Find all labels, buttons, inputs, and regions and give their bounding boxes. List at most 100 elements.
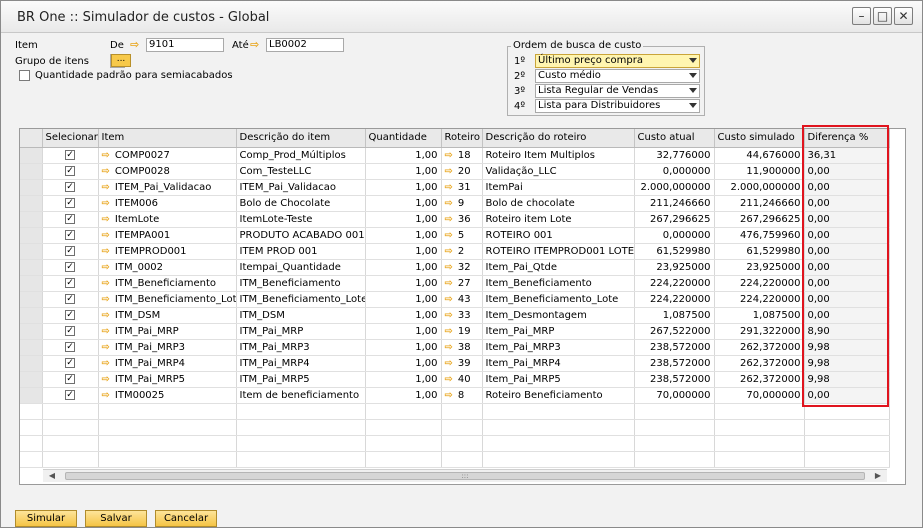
quantity-cell[interactable]: 1,00 — [365, 323, 442, 340]
routing-description-cell[interactable]: Item_Beneficiamento — [482, 275, 635, 292]
column-header[interactable]: Descrição do item — [236, 129, 366, 148]
item-description-cell[interactable]: Comp_Prod_Múltiplos — [236, 147, 366, 164]
link-arrow-icon[interactable]: ⇨ — [445, 278, 453, 289]
routing-cell[interactable]: ⇨ 18 — [441, 147, 483, 164]
link-arrow-icon[interactable]: ⇨ — [445, 374, 453, 385]
empty-row[interactable] — [20, 419, 890, 436]
empty-cell[interactable] — [98, 451, 237, 468]
simulated-cost-cell[interactable]: 291,322000 — [714, 323, 805, 340]
empty-cell[interactable] — [714, 451, 805, 468]
empty-cell[interactable] — [482, 403, 635, 420]
simulated-cost-cell[interactable]: 211,246660 — [714, 195, 805, 212]
table-row[interactable]: ✓ ⇨ ITM_Pai_MRP3 ITM_Pai_MRP3 1,00 ⇨ 38 Item_Pa… — [20, 339, 890, 356]
select-cell[interactable]: ✓ — [42, 387, 99, 404]
routing-description-cell[interactable]: ROTEIRO ITEMPROD001 LOTE — [482, 243, 635, 260]
link-arrow-icon[interactable]: ⇨ — [445, 358, 453, 369]
empty-cell[interactable] — [42, 435, 99, 452]
item-cell[interactable]: ⇨ ITM_Pai_MRP3 — [98, 339, 237, 356]
close-icon[interactable]: ✕ — [894, 7, 913, 25]
select-checkbox[interactable]: ✓ — [65, 277, 75, 288]
row-header[interactable] — [20, 339, 43, 356]
column-header[interactable]: Custo atual — [634, 129, 715, 148]
scroll-thumb[interactable]: ::: — [65, 472, 865, 480]
simulated-cost-cell[interactable]: 23,925000 — [714, 259, 805, 276]
row-header[interactable] — [20, 211, 43, 228]
row-header[interactable] — [20, 371, 43, 388]
ordem-select-1[interactable]: Último preço compra — [535, 54, 700, 68]
row-header[interactable] — [20, 163, 43, 180]
routing-description-cell[interactable]: Roteiro Item Multiplos — [482, 147, 635, 164]
empty-cell[interactable] — [441, 419, 483, 436]
empty-cell[interactable] — [236, 419, 366, 436]
empty-cell[interactable] — [714, 419, 805, 436]
quantity-cell[interactable]: 1,00 — [365, 291, 442, 308]
routing-cell[interactable]: ⇨ 8 — [441, 387, 483, 404]
select-checkbox[interactable]: ✓ — [65, 229, 75, 240]
link-arrow-icon[interactable]: ⇨ — [102, 342, 110, 353]
quantity-cell[interactable]: 1,00 — [365, 243, 442, 260]
select-checkbox[interactable]: ✓ — [65, 309, 75, 320]
routing-description-cell[interactable]: Item_Beneficiamento_Lote — [482, 291, 635, 308]
item-cell[interactable]: ⇨ ITEM_Pai_Validacao — [98, 179, 237, 196]
item-cell[interactable]: ⇨ ITEMPA001 — [98, 227, 237, 244]
link-arrow-icon[interactable]: ⇨ — [102, 182, 110, 193]
current-cost-cell[interactable]: 0,000000 — [634, 227, 715, 244]
simulated-cost-cell[interactable]: 224,220000 — [714, 291, 805, 308]
item-cell[interactable]: ⇨ COMP0028 — [98, 163, 237, 180]
row-header[interactable] — [20, 419, 43, 436]
item-cell[interactable]: ⇨ ITM_Pai_MRP4 — [98, 355, 237, 372]
table-row[interactable]: ✓ ⇨ ITM_Pai_MRP ITM_Pai_MRP 1,00 ⇨ 19 Item_Pai_… — [20, 323, 890, 340]
link-arrow-icon[interactable]: ⇨ — [102, 326, 110, 337]
chevron-down-icon[interactable] — [689, 58, 697, 63]
row-header[interactable] — [20, 323, 43, 340]
column-header[interactable]: Item — [98, 129, 237, 148]
current-cost-cell[interactable]: 2.000,000000 — [634, 179, 715, 196]
item-description-cell[interactable]: PRODUTO ACABADO 001 — [236, 227, 366, 244]
table-row[interactable]: ✓ ⇨ ITM_Beneficiamento_Lote ITM_Beneficiame… — [20, 291, 890, 308]
routing-description-cell[interactable]: Item_Pai_MRP — [482, 323, 635, 340]
simular-button[interactable]: Simular — [15, 510, 77, 527]
empty-row[interactable] — [20, 451, 890, 468]
empty-cell[interactable] — [714, 403, 805, 420]
scroll-right-icon[interactable]: ▶ — [873, 471, 883, 481]
select-checkbox[interactable]: ✓ — [65, 389, 75, 400]
item-to-field[interactable]: LB0002 — [266, 38, 344, 52]
row-header[interactable] — [20, 403, 43, 420]
link-arrow-icon[interactable]: ⇨ — [445, 166, 453, 177]
current-cost-cell[interactable]: 238,572000 — [634, 339, 715, 356]
link-arrow-icon[interactable]: ⇨ — [445, 262, 453, 273]
simulated-cost-cell[interactable]: 44,676000 — [714, 147, 805, 164]
item-cell[interactable]: ⇨ ITEMPROD001 — [98, 243, 237, 260]
empty-cell[interactable] — [441, 435, 483, 452]
link-arrow-icon[interactable]: ⇨ — [445, 246, 453, 257]
quantity-cell[interactable]: 1,00 — [365, 259, 442, 276]
link-arrow-icon[interactable]: ⇨ — [445, 390, 453, 401]
quantity-cell[interactable]: 1,00 — [365, 211, 442, 228]
chevron-down-icon[interactable] — [689, 73, 697, 78]
simulated-cost-cell[interactable]: 262,372000 — [714, 371, 805, 388]
quantity-cell[interactable]: 1,00 — [365, 355, 442, 372]
link-arrow-icon[interactable]: ⇨ — [102, 374, 110, 385]
select-checkbox[interactable]: ✓ — [65, 261, 75, 272]
current-cost-cell[interactable]: 238,572000 — [634, 371, 715, 388]
row-header[interactable] — [20, 355, 43, 372]
select-checkbox[interactable]: ✓ — [65, 373, 75, 384]
select-checkbox[interactable]: ✓ — [65, 197, 75, 208]
quantity-cell[interactable]: 1,00 — [365, 195, 442, 212]
table-row[interactable]: ✓ ⇨ ITEM_Pai_Validacao ITEM_Pai_Validacao 1,… — [20, 179, 890, 196]
row-header[interactable] — [20, 275, 43, 292]
current-cost-cell[interactable]: 238,572000 — [634, 355, 715, 372]
table-row[interactable]: ✓ ⇨ ITM_DSM ITM_DSM 1,00 ⇨ 33 Item_Desmontagem 1… — [20, 307, 890, 324]
maximize-icon[interactable]: □ — [873, 7, 892, 25]
link-arrow-icon[interactable]: ⇨ — [250, 39, 259, 51]
item-cell[interactable]: ⇨ COMP0027 — [98, 147, 237, 164]
chevron-down-icon[interactable] — [689, 103, 697, 108]
column-header[interactable]: Quantidade — [365, 129, 442, 148]
routing-description-cell[interactable]: Roteiro item Lote — [482, 211, 635, 228]
simulated-cost-cell[interactable]: 1,087500 — [714, 307, 805, 324]
select-checkbox[interactable]: ✓ — [65, 341, 75, 352]
empty-cell[interactable] — [634, 435, 715, 452]
item-cell[interactable]: ⇨ ITM00025 — [98, 387, 237, 404]
column-header[interactable]: Selecionar — [42, 129, 99, 148]
select-cell[interactable]: ✓ — [42, 275, 99, 292]
